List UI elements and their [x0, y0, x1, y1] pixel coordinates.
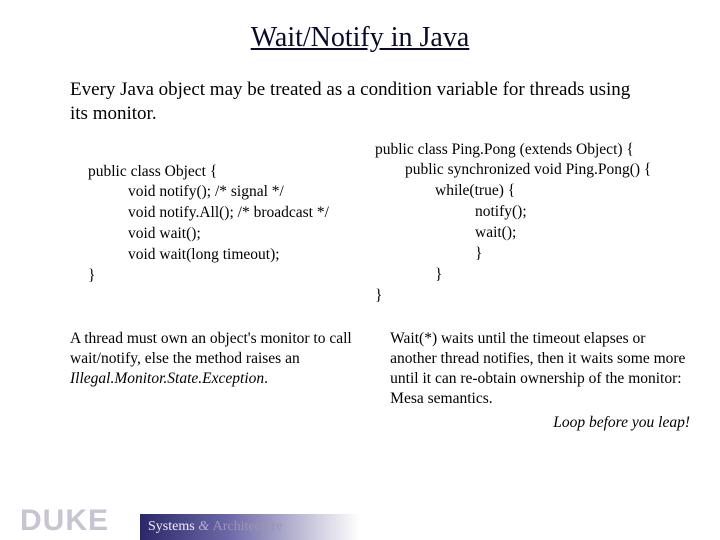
exception-name: Illegal.Monitor.State.Exception — [70, 370, 264, 387]
code-columns: public class Object { void notify(); /* … — [0, 126, 720, 307]
code-line: void wait(long timeout); — [88, 245, 375, 266]
code-line: } — [88, 266, 375, 287]
code-line: wait(); — [375, 223, 680, 244]
note-left-text: A thread must own an object's monitor to… — [70, 330, 352, 367]
note-right-body: Wait(*) waits until the timeout elapses … — [390, 329, 690, 410]
code-line: public class Object { — [88, 162, 375, 183]
code-line: public class Ping.Pong (extends Object) … — [375, 140, 680, 161]
footer-gradient-bar: Systems & Architecture — [140, 514, 360, 540]
code-line: void notify(); /* signal */ — [88, 182, 375, 203]
note-left: A thread must own an object's monitor to… — [70, 329, 370, 434]
notes-row: A thread must own an object's monitor to… — [0, 307, 720, 434]
footer-branding: DUKE Systems & Architecture — [0, 502, 360, 540]
code-left-block: public class Object { void notify(); /* … — [70, 140, 375, 307]
code-line: } — [375, 286, 680, 307]
code-line: } — [375, 265, 680, 286]
code-right-block: public class Ping.Pong (extends Object) … — [375, 140, 680, 307]
footer-ampersand: & — [195, 519, 213, 534]
code-line: void notify.All(); /* broadcast */ — [88, 203, 375, 224]
code-line: notify(); — [375, 202, 680, 223]
footer-subtitle: Systems & Architecture — [148, 519, 283, 535]
code-line: void wait(); — [88, 224, 375, 245]
intro-text: Every Java object may be treated as a co… — [0, 54, 720, 126]
duke-logo-text: DUKE — [0, 504, 109, 540]
footer-systems: Systems — [148, 519, 195, 534]
code-line: } — [375, 244, 680, 265]
note-left-period: . — [264, 370, 268, 387]
code-line: public synchronized void Ping.Pong() { — [375, 160, 680, 181]
code-line: while(true) { — [375, 181, 680, 202]
note-right: Wait(*) waits until the timeout elapses … — [390, 329, 690, 434]
slide-title: Wait/Notify in Java — [0, 0, 720, 54]
footer-architecture: Architecture — [213, 519, 283, 534]
loop-before-leap: Loop before you leap! — [390, 409, 690, 433]
